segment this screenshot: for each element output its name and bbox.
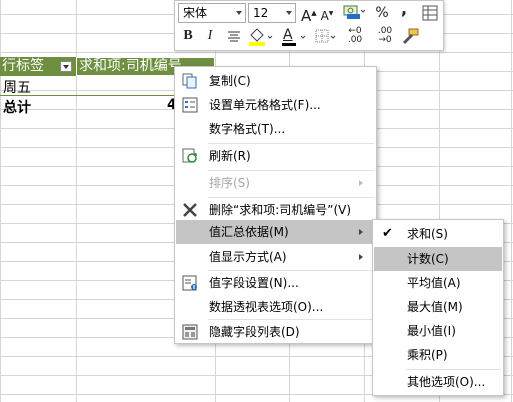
menu-item-show-values-as[interactable]: 值显示方式(A) (176, 245, 375, 269)
accounting-format-icon (343, 5, 366, 19)
format-painter-icon (402, 28, 419, 45)
submenu-item-product[interactable]: 乘积(P) (374, 343, 502, 367)
submenu-item-more-options[interactable]: 其他选项(O)... (374, 370, 502, 394)
font-name-value: 宋体 (183, 6, 208, 20)
format-painter-button[interactable] (401, 28, 419, 46)
menu-item-copy[interactable]: 复制(C) (176, 69, 375, 93)
menu-item-label: 刷新(R) (209, 149, 251, 163)
submenu-item-label: 最大值(M) (407, 300, 463, 314)
menu-item-number-format[interactable]: 数字格式(T)... (176, 117, 375, 141)
submenu-item-max[interactable]: 最大值(M) (374, 295, 502, 319)
submenu-item-min[interactable]: 最小值(I) (374, 319, 502, 343)
row-label-friday[interactable]: 周五 (3, 77, 31, 97)
menu-item-delete-field[interactable]: 删除“求和项:司机编号”(V) (176, 198, 375, 222)
percent-style-button[interactable]: % (375, 5, 389, 21)
menu-item-label: 数字格式(T)... (209, 122, 286, 136)
column-divider (511, 0, 512, 402)
font-name-select[interactable]: 宋体 (178, 3, 246, 23)
table-format-icon (422, 5, 438, 21)
shrink-font-button[interactable]: A▼ (320, 6, 334, 24)
summarize-values-by-submenu: ✔ 求和(S) 计数(C) 平均值(A) 最大值(M) 最小值(I) 乘积(P)… (372, 219, 504, 396)
grow-font-button[interactable]: A▲ (301, 5, 317, 24)
delete-icon (183, 203, 197, 217)
menu-item-refresh[interactable]: 刷新(R) (176, 144, 375, 168)
font-color-button[interactable]: A (281, 27, 307, 47)
borders-icon (315, 29, 336, 43)
menu-item-label: 数据透视表选项(O)... (209, 300, 324, 314)
menu-item-pivottable-options[interactable]: 数据透视表选项(O)... (176, 295, 375, 319)
row-labels-header[interactable]: 行标签 (2, 57, 58, 76)
decrease-decimal-arrow: →0 (378, 35, 392, 45)
align-center-button[interactable] (227, 30, 241, 44)
field-list-icon (182, 324, 198, 340)
menu-item-hide-field-list[interactable]: 隐藏字段列表(D) (176, 320, 375, 344)
chevron-down-icon (236, 11, 242, 15)
font-size-select[interactable]: 12 (248, 3, 296, 23)
submenu-item-label: 求和(S) (407, 227, 448, 241)
bold-button[interactable]: B (182, 28, 194, 44)
format-table-button[interactable] (422, 5, 438, 21)
menu-item-label: 排序(S) (209, 176, 250, 190)
menu-item-value-field-settings[interactable]: 值字段设置(N)... (176, 271, 375, 295)
comma-style-button[interactable]: , (399, 1, 409, 17)
font-size-value: 12 (253, 6, 269, 20)
context-menu: 复制(C) 设置单元格格式(F)... 数字格式(T)... 刷新(R) 排序(… (174, 66, 377, 344)
menu-item-label: 设置单元格格式(F)... (209, 98, 321, 112)
paint-bucket-icon (249, 28, 273, 46)
menu-item-label: 值汇总依据(M) (209, 225, 289, 239)
checkmark-icon: ✔ (382, 226, 393, 241)
submenu-item-label: 其他选项(O)... (407, 375, 486, 389)
submenu-item-label: 平均值(A) (407, 276, 461, 290)
increase-decimal-label: .00 (347, 35, 363, 45)
font-color-swatch (282, 35, 306, 46)
submenu-item-label: 计数(C) (407, 252, 449, 266)
submenu-arrow-icon (359, 180, 363, 186)
menu-item-summarize-values-by[interactable]: 值汇总依据(M) (176, 220, 375, 244)
decrease-decimal-button[interactable]: .00 →0 (372, 27, 398, 47)
menu-item-format-cells[interactable]: 设置单元格格式(F)... (176, 93, 375, 117)
menu-item-label: 值显示方式(A) (209, 250, 287, 264)
chevron-down-icon (286, 11, 292, 15)
increase-decimal-button[interactable]: ←0 .00 (342, 27, 368, 47)
fill-color-button[interactable] (247, 27, 273, 47)
align-center-icon (228, 31, 240, 42)
refresh-icon (182, 148, 197, 163)
menu-item-label: 删除“求和项:司机编号”(V) (209, 203, 352, 217)
submenu-item-label: 乘积(P) (407, 348, 448, 362)
borders-button[interactable] (315, 28, 337, 46)
menu-item-sort: 排序(S) (176, 171, 375, 195)
format-cells-icon (182, 97, 198, 113)
submenu-item-count[interactable]: 计数(C) (374, 247, 502, 271)
mini-toolbar: 宋体 12 A▲ A▼ % , B I A ←0 .00 .00 →0 (174, 0, 444, 51)
menu-item-label: 值字段设置(N)... (209, 276, 299, 290)
copy-icon (182, 73, 197, 89)
menu-item-label: 隐藏字段列表(D) (209, 325, 300, 339)
italic-button[interactable]: I (205, 28, 215, 44)
submenu-item-average[interactable]: 平均值(A) (374, 271, 502, 295)
grand-total-label[interactable]: 总计 (3, 97, 31, 117)
submenu-item-sum[interactable]: ✔ 求和(S) (374, 222, 502, 246)
accounting-format-button[interactable] (343, 4, 366, 21)
row-labels-filter-button[interactable] (60, 61, 72, 72)
submenu-arrow-icon (359, 254, 363, 260)
menu-item-label: 复制(C) (209, 74, 251, 88)
submenu-item-label: 最小值(I) (407, 324, 456, 338)
field-settings-icon (182, 275, 197, 291)
submenu-arrow-icon (359, 229, 363, 235)
